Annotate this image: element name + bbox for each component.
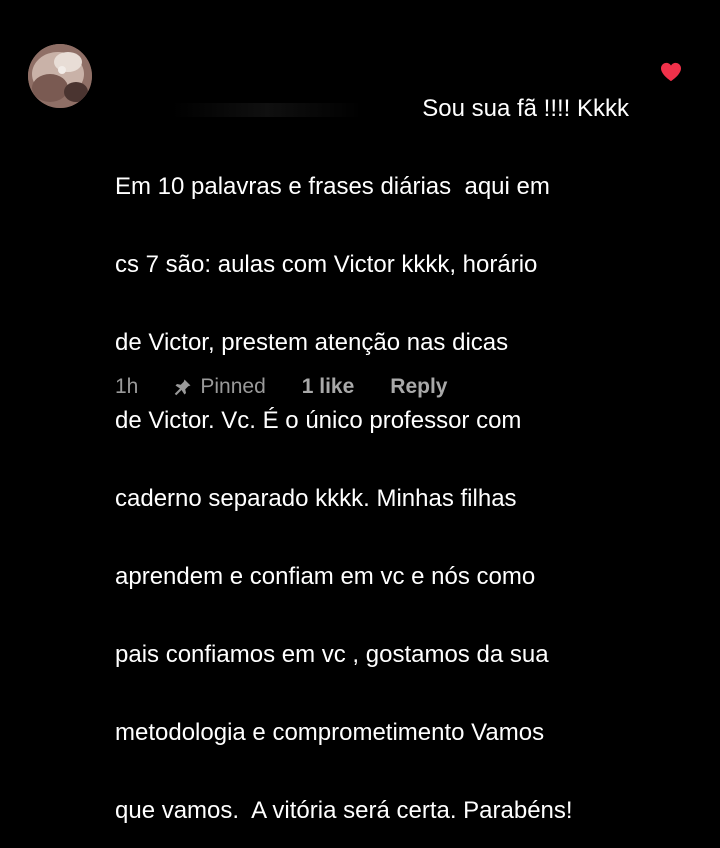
comment-line: aprendem e confiam em vc e nós como [115,563,536,590]
comment-line: Sou sua fã !!!! Kkkk [115,96,635,122]
comment-text: Sou sua fã !!!! Kkkk Em 10 palavras e fr… [115,44,635,848]
avatar-image [28,44,92,108]
pinned-label: Pinned [200,375,266,398]
pinned-badge: Pinned [174,375,266,399]
avatar[interactable] [28,44,92,108]
timestamp: 1h [115,375,139,398]
comment-line-text: Sou sua fã !!!! Kkkk [422,95,629,122]
heart-icon[interactable] [660,62,682,82]
comment-footer: 1h Pinned 1 like Reply [115,372,447,402]
comment-line: metodologia e comprometimento Vamos [115,719,545,746]
comment-line: de Victor. Vc. É o único professor com [115,407,522,434]
comment-line: que vamos. A vitória será certa. Parabén… [115,797,573,824]
pin-icon [175,379,191,396]
likes-count-button[interactable]: 1 like [302,375,355,399]
comment-line: cs 7 são: aulas com Victor kkkk, horário [115,251,538,278]
comment-line: pais confiamos em vc , gostamos da sua [115,641,549,668]
comment: Sou sua fã !!!! Kkkk Em 10 palavras e fr… [0,0,720,824]
comment-line: Em 10 palavras e frases diárias aqui em [115,173,550,200]
comment-line: caderno separado kkkk. Minhas filhas [115,485,517,512]
comment-line: de Victor, prestem atenção nas dicas [115,329,509,356]
username-redacted [172,102,363,117]
reply-button[interactable]: Reply [390,375,447,399]
